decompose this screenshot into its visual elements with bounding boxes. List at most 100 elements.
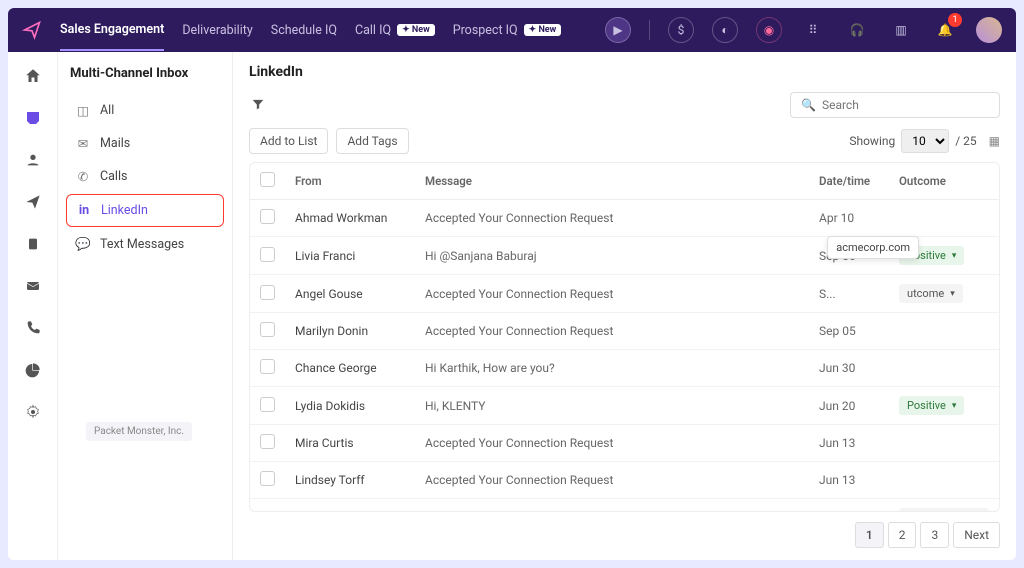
- search-icon: 🔍: [801, 98, 816, 112]
- rail-home-icon[interactable]: [23, 66, 43, 86]
- col-outcome: Outcome: [889, 163, 999, 200]
- cell-message: Hi @Sanjana Baburaj: [415, 237, 809, 275]
- cell-outcome: [889, 200, 999, 237]
- outcome-badge[interactable]: utcome: [899, 284, 963, 303]
- col-datetime: Date/time: [809, 163, 889, 200]
- page-next[interactable]: Next: [953, 522, 1000, 548]
- book-icon[interactable]: ▥: [888, 17, 914, 43]
- cell-from: Marilyn Donin: [285, 313, 415, 350]
- rail-clipboard-icon[interactable]: [23, 234, 43, 254]
- showing-total: / 25: [955, 134, 976, 148]
- search-input-wrapper[interactable]: 🔍: [790, 92, 1000, 118]
- bell-icon[interactable]: 🔔1: [932, 17, 958, 43]
- row-checkbox[interactable]: [260, 209, 275, 224]
- row-checkbox[interactable]: [260, 247, 275, 262]
- nav-call-iq[interactable]: Call IQ✦ New: [355, 23, 435, 38]
- table-row[interactable]: Marilyn CurtisI'm goodMay 17Log Outcome: [250, 499, 999, 513]
- company-tag[interactable]: Packet Monster, Inc.: [86, 422, 192, 441]
- cell-from: Lydia Dokidis: [285, 387, 415, 425]
- cell-message: Accepted Your Connection Request: [415, 275, 809, 313]
- rail-pie-icon[interactable]: [23, 360, 43, 380]
- domain-tooltip: acmecorp.com: [827, 236, 919, 259]
- chart-icon[interactable]: ◉: [756, 17, 782, 43]
- cell-from: Ahmad Workman: [285, 200, 415, 237]
- sidebar-item-calls[interactable]: ✆Calls: [66, 161, 224, 192]
- user-circle-icon[interactable]: ◐: [712, 17, 738, 43]
- cell-outcome: utcome: [889, 275, 999, 313]
- cell-from: Chance George: [285, 350, 415, 387]
- cell-message: Hi Karthik, How are you?: [415, 350, 809, 387]
- add-to-list-button[interactable]: Add to List: [249, 128, 328, 154]
- cell-message: Accepted Your Connection Request: [415, 462, 809, 499]
- cell-date: May 17: [809, 499, 889, 513]
- sidebar-item-linkedin[interactable]: inLinkedIn: [66, 194, 224, 227]
- cell-outcome: [889, 425, 999, 462]
- cell-date: Jun 20: [809, 387, 889, 425]
- page-size-select[interactable]: 10: [901, 129, 949, 153]
- row-checkbox[interactable]: [260, 471, 275, 486]
- apps-icon[interactable]: ⠿: [800, 17, 826, 43]
- row-checkbox[interactable]: [260, 434, 275, 449]
- dollar-icon[interactable]: $: [668, 17, 694, 43]
- table-row[interactable]: Lindsey TorffAccepted Your Connection Re…: [250, 462, 999, 499]
- cell-message: Hi, KLENTY: [415, 387, 809, 425]
- page-title: LinkedIn: [249, 64, 1000, 80]
- row-checkbox[interactable]: [260, 285, 275, 300]
- cell-date: Sep 05: [809, 313, 889, 350]
- nav-schedule-iq[interactable]: Schedule IQ: [271, 23, 337, 38]
- row-checkbox[interactable]: [260, 322, 275, 337]
- rail-send-icon[interactable]: [23, 192, 43, 212]
- page-1[interactable]: 1: [855, 522, 884, 548]
- rail-gear-icon[interactable]: [23, 402, 43, 422]
- avatar[interactable]: [976, 17, 1002, 43]
- showing-label: Showing: [849, 134, 895, 148]
- rail-person-icon[interactable]: [23, 150, 43, 170]
- nav-prospect-iq[interactable]: Prospect IQ✦ New: [453, 23, 562, 38]
- nav-sales-engagement[interactable]: Sales Engagement: [60, 22, 164, 51]
- sidebar-item-label: Mails: [100, 136, 130, 151]
- nav-deliverability[interactable]: Deliverability: [182, 23, 252, 38]
- cell-date: Jun 13: [809, 462, 889, 499]
- table-row[interactable]: Chance GeorgeHi Karthik, How are you?Jun…: [250, 350, 999, 387]
- log-outcome-button[interactable]: Log Outcome: [899, 508, 989, 512]
- sidebar-item-text-messages[interactable]: 💬Text Messages: [66, 229, 224, 260]
- cell-outcome: [889, 313, 999, 350]
- logo-icon: [22, 20, 42, 40]
- table-row[interactable]: Marilyn DoninAccepted Your Connection Re…: [250, 313, 999, 350]
- sidebar-item-label: Text Messages: [100, 237, 184, 252]
- table-row[interactable]: Ahmad WorkmanAccepted Your Connection Re…: [250, 200, 999, 237]
- sidebar-item-all[interactable]: ◫All: [66, 95, 224, 126]
- mail-icon: ✉: [76, 137, 90, 151]
- table-row[interactable]: Angel GouseAccepted Your Connection Requ…: [250, 275, 999, 313]
- cell-from: Lindsey Torff: [285, 462, 415, 499]
- cell-outcome: Positive: [889, 387, 999, 425]
- cell-outcome: [889, 462, 999, 499]
- outcome-positive-badge[interactable]: Positive: [899, 396, 964, 415]
- table-row[interactable]: Lydia DokidisHi, KLENTYJun 20 Positive: [250, 387, 999, 425]
- select-all-checkbox[interactable]: [260, 172, 275, 187]
- page-3[interactable]: 3: [920, 522, 949, 548]
- search-input[interactable]: [822, 98, 989, 112]
- cell-message: Accepted Your Connection Request: [415, 313, 809, 350]
- cell-message: Accepted Your Connection Request: [415, 200, 809, 237]
- row-checkbox[interactable]: [260, 397, 275, 412]
- row-checkbox[interactable]: [260, 359, 275, 374]
- cell-from: Livia Franci: [285, 237, 415, 275]
- rail-inbox-icon[interactable]: [23, 108, 43, 128]
- new-badge: ✦ New: [397, 24, 435, 36]
- headset-icon[interactable]: 🎧: [844, 17, 870, 43]
- rail-phone-icon[interactable]: [23, 318, 43, 338]
- filter-icon[interactable]: [249, 94, 267, 117]
- sidebar-item-label: All: [100, 103, 114, 118]
- rail-mail-icon[interactable]: [23, 276, 43, 296]
- notif-badge: 1: [948, 13, 962, 27]
- linkedin-icon: in: [77, 204, 91, 218]
- phone-icon: ✆: [76, 170, 90, 184]
- columns-icon[interactable]: ▦: [989, 134, 1000, 148]
- cell-from: Mira Curtis: [285, 425, 415, 462]
- add-tags-button[interactable]: Add Tags: [336, 128, 408, 154]
- sidebar-item-mails[interactable]: ✉ Mails: [66, 128, 224, 159]
- play-icon[interactable]: ▶: [605, 17, 631, 43]
- page-2[interactable]: 2: [888, 522, 917, 548]
- table-row[interactable]: Mira CurtisAccepted Your Connection Requ…: [250, 425, 999, 462]
